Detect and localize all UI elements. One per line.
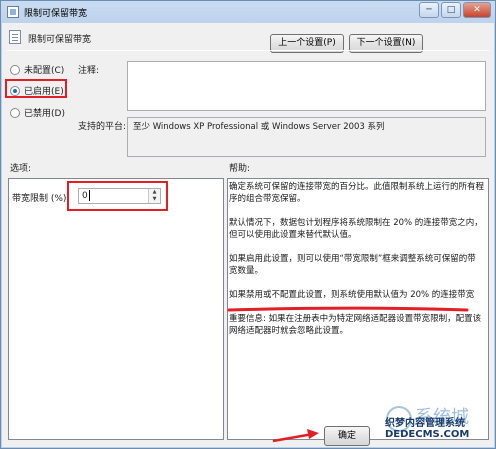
watermark-domain: DEDECMS.COM	[385, 429, 470, 440]
red-arrow-icon	[272, 429, 319, 443]
policy-dialog-window: 限制可保留带宽 ─ □ ✕ 限制可保留带宽 上一个设置(P) 下一个设置(N) …	[0, 0, 496, 449]
red-underline	[227, 306, 469, 312]
watermark-site-name: 织梦内容管理系统	[385, 418, 465, 429]
annotation-overlay	[227, 306, 469, 443]
